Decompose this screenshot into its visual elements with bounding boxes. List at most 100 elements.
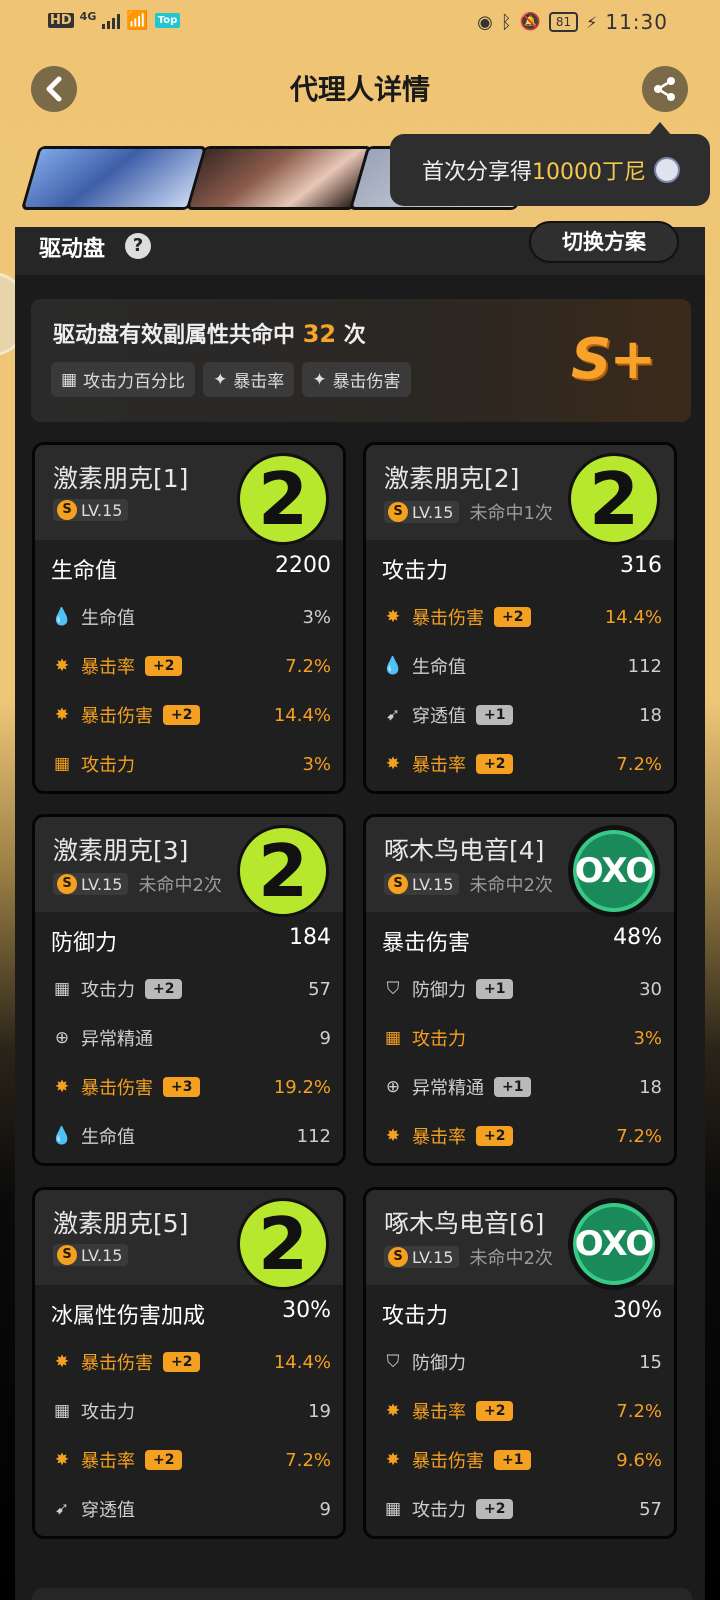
sub-stat-value: 9.6% — [616, 1449, 662, 1471]
tag-crit-dmg: ✦ 暴击伤害 — [302, 362, 411, 397]
anomaly-icon: ⊕ — [385, 1077, 401, 1097]
hormone-punk-logo: 2 — [237, 1198, 329, 1290]
network-label: 4G — [79, 10, 97, 23]
s-rank-icon: S — [57, 500, 77, 520]
s-rank-icon: S — [57, 1245, 77, 1265]
sub-stat-row: 💧 生命值 112 — [51, 1121, 331, 1151]
sub-stat-label: 暴击率 — [81, 657, 135, 678]
sub-stat-label: 异常精通 — [412, 1078, 484, 1099]
upgrade-badge: +2 — [163, 1352, 201, 1372]
sub-stat-value: 14.4% — [273, 1351, 331, 1373]
disc-level-row: S LV.15 — [53, 1244, 138, 1266]
drive-disc-card[interactable]: 激素朋克[5] S LV.15 2 冰属性伤害加成 30% ✸ 暴击伤害 +2 14.4% ▦ 攻击力… — [32, 1187, 346, 1539]
sub-stat-row: 💧 生命值 112 — [382, 651, 662, 681]
sub-stat-value: 7.2% — [285, 655, 331, 677]
upgrade-badge: +1 — [476, 979, 514, 999]
atk-icon: ▦ — [53, 754, 71, 774]
disc-miss-count: 未命中2次 — [138, 875, 222, 896]
sub-stat-value: 19 — [308, 1400, 331, 1422]
top-app-icon: Top — [154, 13, 181, 28]
character-card-2[interactable] — [185, 146, 373, 210]
main-stat: 生命值 2200 — [51, 553, 331, 585]
dennies-coin-icon — [654, 157, 681, 183]
main-stat-value: 48% — [613, 925, 662, 950]
drive-disc-card[interactable]: 激素朋克[1] S LV.15 2 生命值 2200 💧 生命值 3% ✸ 暴击率 +2 7.2% ✸ 暴击… — [32, 442, 346, 794]
sub-stat-value: 3% — [302, 753, 331, 775]
rank-badge: S+ — [571, 327, 656, 392]
switch-plan-button[interactable]: 切换方案 — [529, 221, 679, 263]
main-stat: 防御力 184 — [51, 925, 331, 957]
level-chip: S LV.15 — [53, 499, 129, 521]
hormone-punk-logo: 2 — [568, 453, 660, 545]
sub-stat-row: ✸ 暴击率 +2 7.2% — [382, 1396, 662, 1426]
logo-text: 2 — [257, 829, 309, 913]
crit-dmg-icon: ✦ — [312, 369, 327, 390]
tag-label: 攻击力百分比 — [83, 372, 186, 392]
main-stat-label: 攻击力 — [382, 559, 449, 584]
hp-icon: 💧 — [382, 656, 404, 676]
crit-rate-icon: ✸ — [54, 1450, 70, 1470]
sub-stat-label: 穿透值 — [81, 1500, 135, 1521]
share-reward-tooltip: 首次分享得 10000丁尼 — [390, 122, 710, 206]
main-stat-value: 2200 — [275, 553, 331, 578]
upgrade-badge: +1 — [476, 705, 514, 725]
atk-icon: ▦ — [53, 1401, 71, 1421]
crit-dmg-icon: ✸ — [385, 1450, 401, 1470]
character-portrait — [24, 149, 204, 207]
main-stat-value: 30% — [613, 1298, 662, 1323]
share-button[interactable] — [642, 66, 688, 112]
sub-stat-row: ⊕ 异常精通 +1 18 — [382, 1072, 662, 1102]
upgrade-badge: +2 — [163, 705, 201, 725]
atk-icon: ▦ — [384, 1028, 402, 1048]
share-icon — [654, 77, 675, 101]
hp-icon: 💧 — [51, 607, 73, 627]
sub-stat-value: 30 — [639, 978, 662, 1000]
s-rank-icon: S — [57, 874, 77, 894]
crit-dmg-icon: ✸ — [54, 705, 70, 725]
sub-stat-row: ▦ 攻击力 3% — [51, 749, 331, 779]
sub-stat-value: 15 — [639, 1351, 662, 1373]
crit-rate-icon: ✸ — [54, 656, 70, 676]
level-chip: S LV.15 — [384, 873, 460, 895]
disc-name: 激素朋克[5] — [53, 1209, 189, 1238]
sub-stat-value: 9 — [319, 1027, 331, 1049]
sub-stat-value: 112 — [627, 655, 662, 677]
eye-icon: ◉ — [477, 11, 493, 33]
summary-card: 驱动盘有效副属性共命中 32 次 ▦ 攻击力百分比 ✦ 暴击率 ✦ 暴击伤害 S+ — [31, 299, 691, 422]
drive-disc-card[interactable]: 啄木鸟电音[4] S LV.15 未命中2次 OXO 暴击伤害 48% ⛉ 防御力 +1 30 ▦ 攻击… — [363, 814, 677, 1166]
sub-stat-label: 暴击伤害 — [81, 1353, 153, 1374]
sub-stat-row: ✸ 暴击率 +2 7.2% — [382, 749, 662, 779]
upgrade-badge: +2 — [476, 754, 514, 774]
main-stat-value: 30% — [282, 1298, 331, 1323]
character-portrait — [189, 149, 369, 207]
disc-level-row: S LV.15 未命中1次 — [384, 499, 553, 525]
tag-label: 暴击率 — [233, 372, 285, 392]
sub-stat-value: 19.2% — [273, 1076, 331, 1098]
sub-stat-row: ✸ 暴击率 +2 7.2% — [51, 1445, 331, 1475]
tooltip-prefix: 首次分享得 — [422, 160, 533, 185]
logo-text: 2 — [257, 457, 309, 541]
disc-name: 啄木鸟电音[4] — [384, 836, 545, 865]
atk-icon: ▦ — [53, 979, 71, 999]
crit-rate-icon: ✸ — [385, 1401, 401, 1421]
level-chip: S LV.15 — [384, 501, 460, 523]
charging-icon: ⚡ — [586, 12, 598, 32]
drive-disc-card[interactable]: 激素朋克[2] S LV.15 未命中1次 2 攻击力 316 ✸ 暴击伤害 +2 14.4% 💧 生命… — [363, 442, 677, 794]
level-chip: S LV.15 — [53, 1244, 129, 1266]
character-card-1[interactable] — [20, 146, 208, 210]
main-stat-value: 184 — [289, 925, 331, 950]
sub-stat-row: ✸ 暴击伤害 +3 19.2% — [51, 1072, 331, 1102]
crit-rate-icon: ✸ — [385, 754, 401, 774]
sub-stat-label: 暴击伤害 — [412, 608, 484, 629]
main-stat: 攻击力 30% — [382, 1298, 662, 1330]
main-stat-label: 攻击力 — [382, 1304, 449, 1329]
upgrade-badge: +1 — [494, 1450, 532, 1470]
sub-stat-value: 7.2% — [616, 753, 662, 775]
upgrade-badge: +2 — [145, 656, 183, 676]
tag-list: ▦ 攻击力百分比 ✦ 暴击率 ✦ 暴击伤害 — [51, 362, 411, 397]
main-stat-label: 防御力 — [51, 931, 118, 956]
sub-stat-label: 暴击伤害 — [81, 706, 153, 727]
help-icon[interactable]: ? — [125, 233, 151, 259]
drive-disc-card[interactable]: 激素朋克[3] S LV.15 未命中2次 2 防御力 184 ▦ 攻击力 +2 57 ⊕ 异常精通 9 ✸… — [32, 814, 346, 1166]
drive-disc-card[interactable]: 啄木鸟电音[6] S LV.15 未命中2次 OXO 攻击力 30% ⛉ 防御力 15 ✸ 暴击率 +2… — [363, 1187, 677, 1539]
